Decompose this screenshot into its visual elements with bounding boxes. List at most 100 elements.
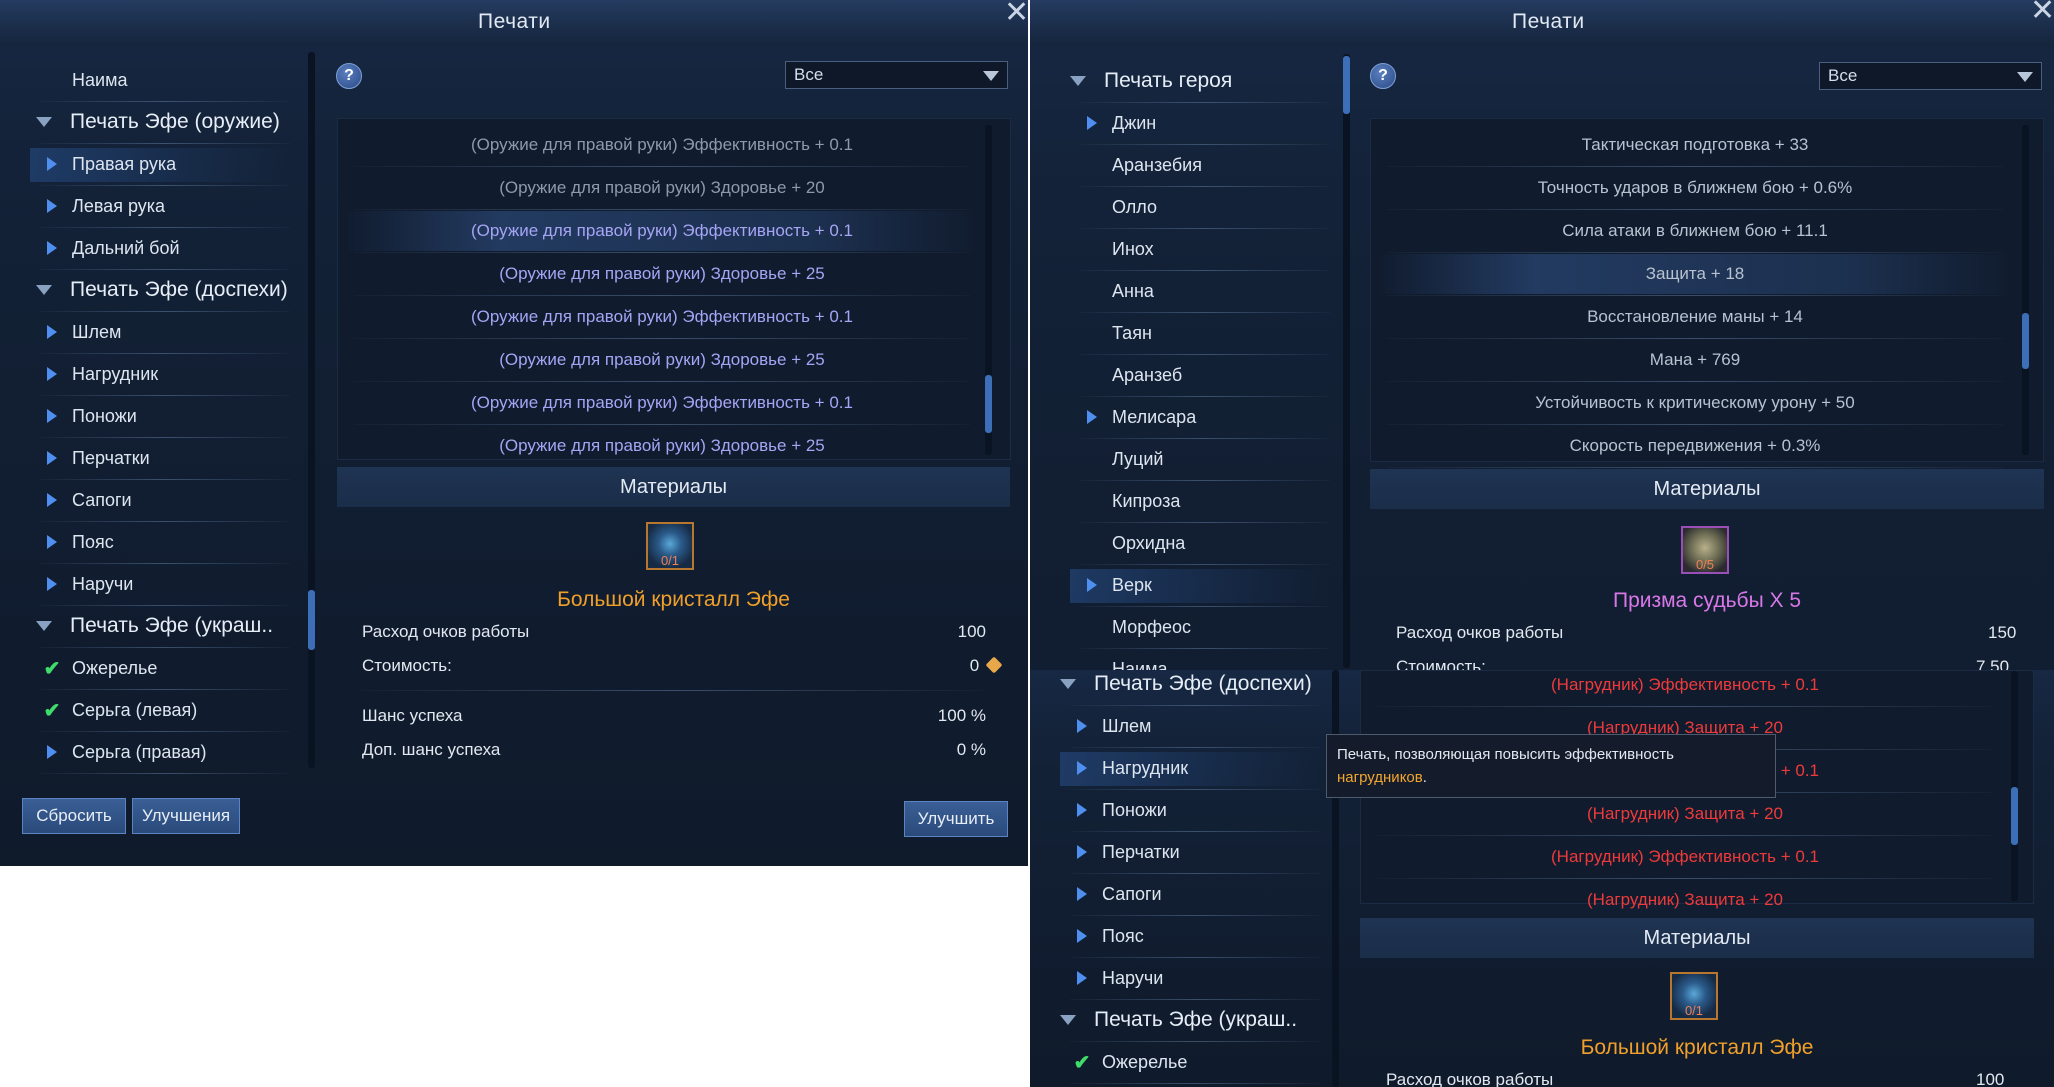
left-stats-scroll-thumb[interactable] — [985, 375, 992, 433]
tree-item[interactable]: Мелисара — [1080, 397, 1196, 437]
tree-item[interactable]: Левая рука — [40, 186, 165, 226]
stat-row[interactable]: Мана + 769 — [1375, 340, 2015, 380]
tree-group[interactable]: Печать Эфе (украш.. — [1056, 999, 1297, 1041]
expand-right-icon — [1070, 803, 1094, 817]
tree-group[interactable]: Печать Эфе (доспехи) — [1056, 670, 1312, 705]
tree-item[interactable]: Наручи — [1070, 958, 1163, 998]
tree-item-label: Инох — [1112, 238, 1154, 259]
tree-item[interactable]: Серьга (правая) — [40, 732, 206, 772]
tree-item[interactable]: Шлем — [40, 312, 121, 352]
tree-item[interactable]: Пояс — [40, 522, 114, 562]
tree-item[interactable]: Перчатки — [1070, 832, 1180, 872]
overlay-tree-scrollbar[interactable] — [1332, 670, 1339, 1087]
tree-group[interactable]: Печать героя — [1066, 60, 1232, 102]
stat-row[interactable]: Скорость передвижения + 0.3% — [1375, 426, 2015, 466]
blue-crystal-icon[interactable]: 0/1 — [1670, 972, 1718, 1020]
filter-dropdown[interactable]: Все — [1819, 62, 2042, 90]
stat-row[interactable]: (Оружие для правой руки) Здоровье + 20 — [342, 168, 982, 208]
cost-value-text: 0 — [969, 656, 980, 675]
tree-item[interactable]: Поножи — [1070, 790, 1167, 830]
tree-item-label: Наручи — [72, 573, 134, 594]
stat-row[interactable]: (Оружие для правой руки) Здоровье + 25 — [342, 426, 982, 466]
stat-row[interactable]: Устойчивость к критическому урону + 50 — [1375, 383, 2015, 423]
tree-group[interactable]: Печать Эфе (доспехи) — [32, 269, 288, 311]
tooltip-end: . — [1422, 769, 1427, 786]
tree-item[interactable]: Дальний бой — [40, 228, 180, 268]
tree-item[interactable]: Нагрудник — [1070, 748, 1188, 788]
tree-item-label: Нагрудник — [1102, 757, 1189, 778]
reset-button[interactable]: Сбросить — [22, 798, 126, 834]
close-icon[interactable]: ✕ — [1004, 0, 1028, 28]
stat-row[interactable]: Защита + 18 — [1375, 254, 2015, 294]
tree-item[interactable]: Аранзеб — [1080, 355, 1182, 395]
overlay-stats-scrollbar[interactable] — [2011, 671, 2018, 901]
upgrades-button[interactable]: Улучшения — [132, 798, 240, 834]
tree-group[interactable]: Печать Эфе (украш.. — [32, 605, 273, 647]
tree-item-label: Аранзеб — [1112, 364, 1183, 385]
tree-item[interactable]: Джин — [1080, 103, 1156, 143]
tree-item[interactable]: Таян — [1080, 313, 1152, 353]
tree-item[interactable]: Инох — [1080, 229, 1154, 269]
tree-item[interactable]: Наручи — [40, 564, 133, 604]
stat-row[interactable]: (Оружие для правой руки) Здоровье + 25 — [342, 340, 982, 380]
expand-right-icon — [1070, 929, 1094, 943]
work-points-label: Расход очков работы — [1396, 623, 1564, 642]
expand-down-icon — [32, 621, 56, 631]
filter-dropdown[interactable]: Все — [785, 61, 1008, 89]
tree-group[interactable]: Печать Эфе (оружие) — [32, 101, 280, 143]
stat-row[interactable]: (Нагрудник) Защита + 20 — [1365, 794, 2005, 834]
right-stats-list: Тактическая подготовка + 33 Точность удар… — [1370, 118, 2044, 468]
check-icon: ✔ — [43, 657, 61, 680]
tree-item-label: Пояс — [1102, 925, 1144, 946]
stat-row[interactable]: Точность ударов в ближнем бою + 0.6% — [1375, 168, 2015, 208]
tree-item[interactable]: Шлем — [1070, 706, 1151, 746]
tree-item[interactable]: Аранзебия — [1080, 145, 1202, 185]
tree-item[interactable]: Сапоги — [40, 480, 132, 520]
right-tree-scroll-thumb[interactable] — [1343, 56, 1350, 114]
tree-item[interactable]: ✔ Ожерелье — [1070, 1042, 1188, 1082]
tree-item[interactable]: Нагрудник — [40, 354, 158, 394]
left-tree-scrollbar[interactable] — [308, 52, 315, 768]
tree-item[interactable]: Правая рука — [40, 144, 176, 184]
right-tree-scrollbar[interactable] — [1343, 54, 1350, 668]
right-stats-scrollbar[interactable] — [2022, 125, 2029, 455]
stat-row[interactable]: (Оружие для правой руки) Эффективность +… — [342, 211, 982, 251]
help-button[interactable]: ? — [336, 63, 362, 89]
tree-item[interactable]: ✔ Ожерелье — [40, 648, 158, 688]
tree-item[interactable]: Сапоги — [1070, 874, 1162, 914]
stat-row[interactable]: (Оружие для правой руки) Здоровье + 25 — [342, 254, 982, 294]
stat-row[interactable]: (Нагрудник) Эффективность + 0.1 — [1365, 837, 2005, 877]
tree-item[interactable]: Анна — [1080, 271, 1154, 311]
tree-item[interactable]: Луций — [1080, 439, 1163, 479]
right-stats-scroll-thumb[interactable] — [2022, 313, 2029, 369]
upgrade-button[interactable]: Улучшить — [904, 801, 1008, 837]
tree-item[interactable]: Поножи — [40, 396, 137, 436]
stat-row[interactable]: Тактическая подготовка + 33 — [1375, 125, 2015, 165]
stat-row[interactable]: (Нагрудник) Защита + 20 — [1365, 880, 2005, 920]
stat-row[interactable]: Сила атаки в ближнем бою + 11.1 — [1375, 211, 2015, 251]
help-button[interactable]: ? — [1370, 63, 1396, 89]
stat-row[interactable]: (Оружие для правой руки) Эффективность +… — [342, 297, 982, 337]
stat-row[interactable]: (Оружие для правой руки) Эффективность +… — [342, 383, 982, 423]
gold-icon — [985, 656, 1003, 674]
close-icon[interactable]: ✕ — [2030, 0, 2054, 26]
left-tree-scroll-thumb[interactable] — [308, 590, 315, 650]
tree-item[interactable]: Морфеос — [1080, 607, 1191, 647]
overlay-stats-scroll-thumb[interactable] — [2011, 787, 2018, 845]
material-count: 0/5 — [1695, 557, 1715, 572]
stat-row[interactable]: (Оружие для правой руки) Эффективность +… — [342, 125, 982, 165]
tree-item[interactable]: Кипроза — [1080, 481, 1180, 521]
prism-icon[interactable]: 0/5 — [1681, 526, 1729, 574]
stat-row[interactable]: (Нагрудник) Эффективность + 0.1 — [1365, 670, 2005, 705]
tree-item[interactable]: Перчатки — [40, 438, 150, 478]
tree-item[interactable]: ✔ Серьга (левая) — [40, 690, 198, 730]
blue-crystal-icon[interactable]: 0/1 — [646, 522, 694, 570]
stat-divider — [354, 252, 970, 253]
tree-item[interactable]: Пояс — [1070, 916, 1144, 956]
tree-item[interactable]: Верк — [1080, 565, 1152, 605]
tree-item[interactable]: Олло — [1080, 187, 1157, 227]
tree-item[interactable]: Орхидна — [1080, 523, 1185, 563]
tree-item[interactable]: Наима — [40, 60, 127, 100]
stat-row[interactable]: Восстановление маны + 14 — [1375, 297, 2015, 337]
stat-text: Скорость передвижения + 0.3% — [1569, 436, 1821, 455]
